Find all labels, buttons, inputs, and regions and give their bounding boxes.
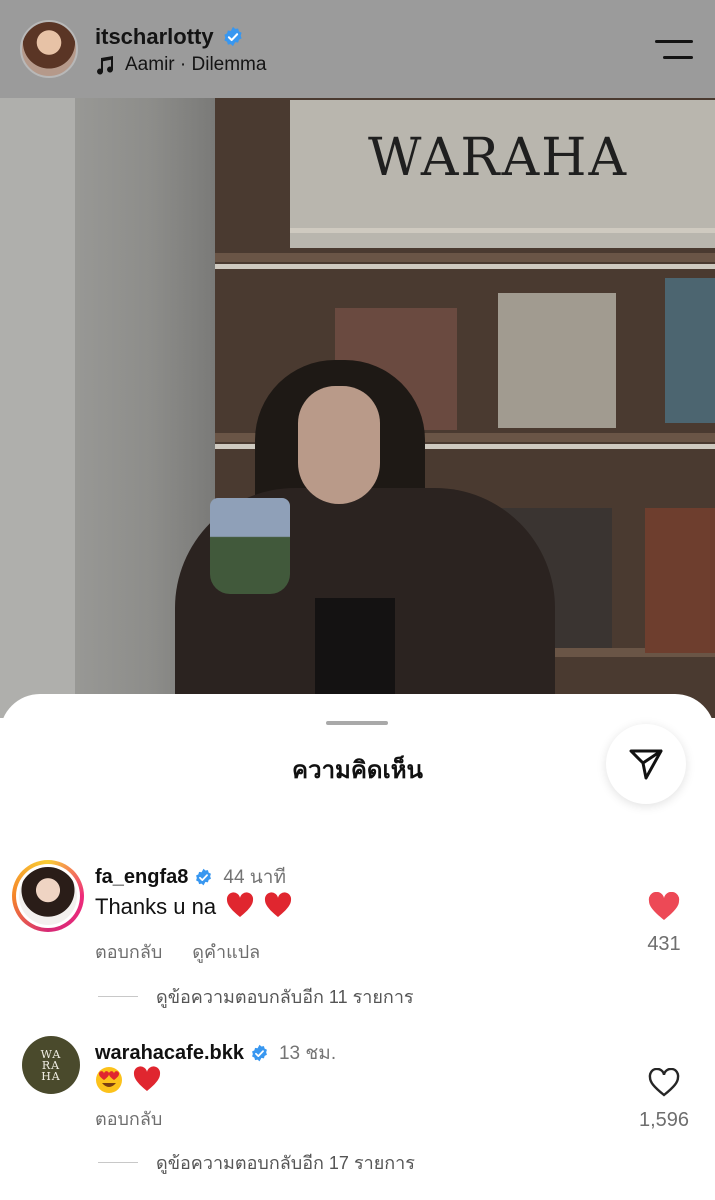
music-info[interactable]: Aamir · Dilemma [95,54,266,76]
post-username-text[interactable]: itscharlotty [95,24,214,50]
view-replies-label[interactable]: ดูข้อความตอบกลับอีก 17 รายการ [156,1148,415,1177]
photo-record-cover [498,293,616,428]
photo-shelf-board [215,253,715,262]
menu-icon[interactable] [655,38,693,62]
post-photo[interactable]: WARAHA [0,98,715,718]
verified-badge-icon [223,26,242,47]
comment-time: 44 นาที [223,867,286,888]
view-replies[interactable]: ดูข้อความตอบกลับอีก 17 รายการ [98,1148,415,1177]
music-note-icon [97,56,114,75]
comment-text [95,1066,161,1094]
red-heart-emoji [134,1066,161,1091]
red-heart-emoji [265,892,292,917]
reply-button[interactable]: ตอบกลับ [95,937,162,966]
translate-button[interactable]: ดูคำแปล [192,937,260,966]
comment-text: Thanks u na [95,892,292,920]
comment-like[interactable]: 1,596 [638,1067,690,1132]
replies-divider [98,1162,138,1163]
heart-outline-icon[interactable] [648,1067,680,1098]
post-username[interactable]: itscharlotty [95,24,244,50]
photo-record-cover [645,508,715,653]
send-icon [629,749,663,780]
photo-drink-cup [210,498,290,594]
avatar-logo-text: WA RA HA [40,1047,62,1083]
photo-shelf-light [215,264,715,269]
photo-shelf-light [290,228,715,233]
comment-like[interactable]: 431 [638,891,690,956]
comments-sheet: ความคิดเห็น fa_engfa8 44 นาที Thanks u n… [0,694,715,1200]
like-count: 1,596 [638,1109,690,1131]
comment-avatar[interactable] [12,860,84,932]
music-title: Aamir · Dilemma [125,54,267,75]
comment-avatar[interactable]: WA RA HA [22,1036,80,1094]
sheet-drag-handle[interactable] [326,721,388,725]
comment-time: 13 ชม. [278,1043,337,1064]
comment-actions: ตอบกลับ ดูคำแปล [95,937,260,966]
red-heart-emoji [227,892,254,917]
comment-author[interactable]: warahacafe.bkk 13 ชม. [95,1038,336,1068]
photo-wall-edge [0,98,75,718]
share-button[interactable] [606,724,686,804]
profile-avatar[interactable] [20,20,78,78]
replies-divider [98,996,138,997]
view-replies-label[interactable]: ดูข้อความตอบกลับอีก 11 รายการ [156,982,414,1011]
post-header: itscharlotty Aamir · Dilemma [0,0,715,98]
comment-author[interactable]: fa_engfa8 44 นาที [95,862,286,892]
heart-filled-icon[interactable] [648,891,680,922]
photo-record-cover [665,278,715,423]
reply-button[interactable]: ตอบกลับ [95,1104,162,1133]
photo-person-face [298,386,380,504]
like-count: 431 [647,933,681,955]
photo-sign-text: WARAHA [368,128,629,188]
comment-text-content: Thanks u na [95,894,217,919]
verified-badge-icon [252,1044,267,1061]
comment-username[interactable]: fa_engfa8 [95,866,188,889]
view-replies[interactable]: ดูข้อความตอบกลับอีก 11 รายการ [98,982,414,1011]
comment-actions: ตอบกลับ [95,1104,162,1133]
heart-eyes-emoji [96,1067,122,1093]
comment-username[interactable]: warahacafe.bkk [95,1042,244,1065]
photo-store-sign: WARAHA [290,100,715,248]
verified-badge-icon [196,868,212,885]
